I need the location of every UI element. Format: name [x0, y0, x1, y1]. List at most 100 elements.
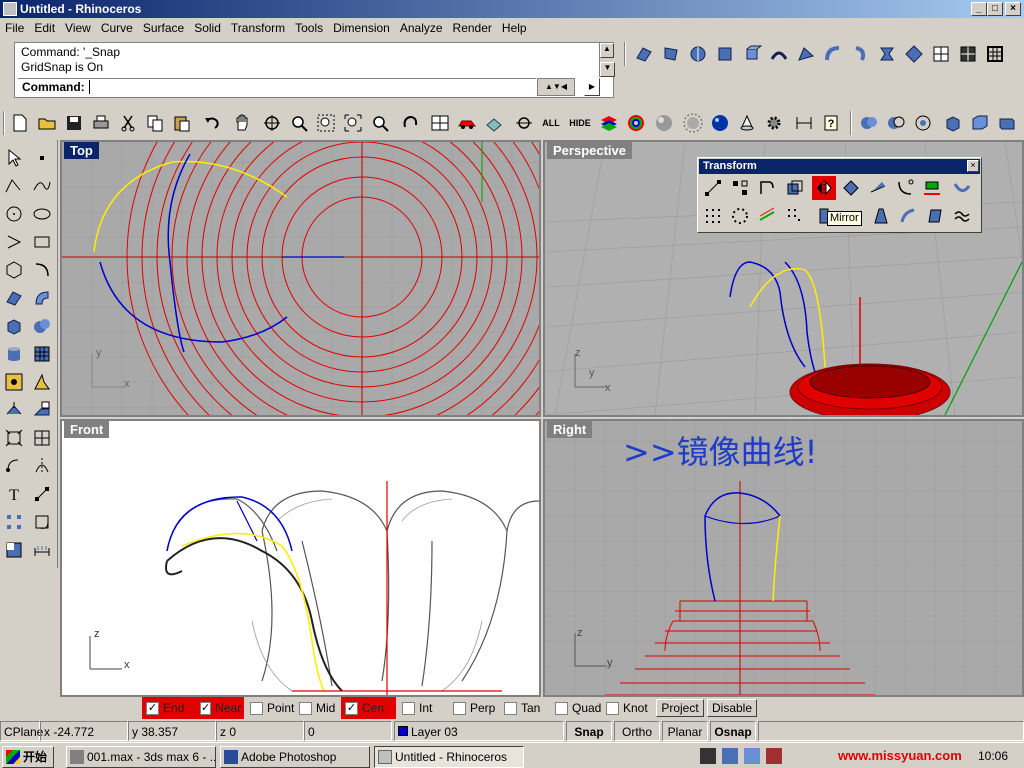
- color-wheel-icon[interactable]: [624, 111, 648, 135]
- osnap-cen[interactable]: ✓ Cen: [341, 697, 396, 719]
- extrude-solid-icon[interactable]: [968, 111, 992, 135]
- array-polar-icon[interactable]: [728, 204, 752, 228]
- bend-icon[interactable]: [893, 176, 917, 200]
- revolve-icon[interactable]: [821, 42, 845, 66]
- render-window-icon[interactable]: [2, 538, 26, 562]
- flow-icon[interactable]: [950, 176, 974, 200]
- grid-icon[interactable]: [929, 42, 953, 66]
- command-scrollbar[interactable]: ▲ ▼: [599, 43, 615, 77]
- close-button[interactable]: ×: [1005, 2, 1021, 16]
- osnap-end-icon[interactable]: [2, 370, 26, 394]
- undo-icon[interactable]: [200, 111, 224, 135]
- dimension-icon[interactable]: [792, 111, 816, 135]
- osnap-cen-checkbox[interactable]: ✓: [345, 701, 358, 715]
- rail-revolve-icon[interactable]: [848, 42, 872, 66]
- loft-icon[interactable]: [767, 42, 791, 66]
- align-icon[interactable]: [920, 176, 944, 200]
- move-object-icon[interactable]: [701, 176, 725, 200]
- analyze-icon[interactable]: [30, 454, 54, 478]
- copy-object-icon[interactable]: [30, 398, 54, 422]
- minimize-button[interactable]: _: [971, 2, 987, 16]
- menu-help[interactable]: Help: [497, 18, 532, 38]
- smooth-icon[interactable]: [950, 204, 974, 228]
- command-spinner[interactable]: ▲▼◀: [537, 78, 575, 96]
- transform-panel-close-button[interactable]: ×: [967, 160, 979, 172]
- box-solid-icon[interactable]: [941, 111, 965, 135]
- car-render-icon[interactable]: [455, 111, 479, 135]
- shear-icon[interactable]: [839, 176, 863, 200]
- curve-icon[interactable]: [30, 174, 54, 198]
- print-icon[interactable]: [89, 111, 113, 135]
- sphere-boolean-icon[interactable]: [30, 314, 54, 338]
- osnap-toggle[interactable]: Osnap: [710, 721, 756, 741]
- ellipse-icon[interactable]: [30, 202, 54, 226]
- box-icon[interactable]: [2, 314, 26, 338]
- maximize-button[interactable]: □: [987, 2, 1003, 16]
- explode-icon[interactable]: [30, 482, 54, 506]
- text-icon[interactable]: T: [2, 482, 26, 506]
- rect-surface-icon[interactable]: [713, 42, 737, 66]
- rotate-transform-icon[interactable]: [755, 176, 779, 200]
- copy-icon[interactable]: [143, 111, 167, 135]
- menu-solid[interactable]: Solid: [189, 18, 226, 38]
- osnap-knot-checkbox[interactable]: [606, 701, 619, 715]
- project-button[interactable]: Project: [656, 699, 704, 717]
- layers-icon[interactable]: [597, 111, 621, 135]
- paste-icon[interactable]: [170, 111, 194, 135]
- menu-tools[interactable]: Tools: [290, 18, 328, 38]
- viewport-right[interactable]: Right >>镜像曲线! z y: [543, 419, 1024, 697]
- menu-analyze[interactable]: Analyze: [395, 18, 448, 38]
- osnap-mid-checkbox[interactable]: [299, 701, 312, 715]
- shaded-view-icon[interactable]: [482, 111, 506, 135]
- orient-icon[interactable]: [866, 176, 890, 200]
- tray-icon[interactable]: [700, 748, 716, 764]
- save-icon[interactable]: [62, 111, 86, 135]
- array-rect-icon[interactable]: [701, 204, 725, 228]
- status-layer[interactable]: Layer 03: [394, 721, 564, 741]
- network-surface-icon[interactable]: [875, 42, 899, 66]
- rotate-icon[interactable]: [2, 454, 26, 478]
- viewport-perspective-label[interactable]: Perspective: [547, 142, 632, 159]
- osnap-near[interactable]: ✓ Near: [196, 697, 244, 719]
- grid-outline-icon[interactable]: [983, 42, 1007, 66]
- grid-dark-icon[interactable]: [956, 42, 980, 66]
- task-photoshop[interactable]: Adobe Photoshop: [220, 746, 370, 768]
- boolean-union-icon[interactable]: [857, 111, 881, 135]
- show-all-button[interactable]: ALL: [539, 111, 563, 135]
- mirror-icon[interactable]: [812, 176, 836, 200]
- zoom-dynamic-icon[interactable]: [287, 111, 311, 135]
- osnap-knot[interactable]: Knot: [606, 697, 648, 719]
- tray-icon[interactable]: [744, 748, 760, 764]
- osnap-quad-checkbox[interactable]: [555, 701, 568, 715]
- osnap-point-checkbox[interactable]: [250, 701, 263, 715]
- menu-surface[interactable]: Surface: [138, 18, 189, 38]
- osnap-tan[interactable]: Tan: [504, 697, 540, 719]
- command-input[interactable]: Command:: [18, 78, 536, 96]
- osnap-tan-checkbox[interactable]: [504, 701, 517, 715]
- osnap-point[interactable]: Point: [250, 697, 294, 719]
- spotlight-icon[interactable]: [735, 111, 759, 135]
- hide-button[interactable]: HIDE: [568, 111, 592, 135]
- menu-transform[interactable]: Transform: [226, 18, 290, 38]
- menu-curve[interactable]: Curve: [96, 18, 138, 38]
- sweep-icon[interactable]: [794, 42, 818, 66]
- surface-corner-icon[interactable]: [632, 42, 656, 66]
- undo-view-icon[interactable]: [398, 111, 422, 135]
- array-curve-icon[interactable]: [755, 204, 779, 228]
- task-rhinoceros[interactable]: Untitled - Rhinoceros: [374, 746, 524, 768]
- fillet-curve-icon[interactable]: [30, 258, 54, 282]
- zoom-window-icon[interactable]: [314, 111, 338, 135]
- move-icon[interactable]: [2, 398, 26, 422]
- select-arrow-icon[interactable]: [2, 146, 26, 170]
- sphere-surface-icon[interactable]: [686, 42, 710, 66]
- viewport-top[interactable]: Top y x: [60, 140, 541, 417]
- arc-icon[interactable]: [2, 230, 26, 254]
- menu-file[interactable]: File: [0, 18, 29, 38]
- mesh-icon[interactable]: [30, 342, 54, 366]
- render-preview-icon[interactable]: [681, 111, 705, 135]
- tray-icon[interactable]: [766, 748, 782, 764]
- rectangle-icon[interactable]: [30, 230, 54, 254]
- settings-gear-icon[interactable]: [762, 111, 786, 135]
- scale-transform-icon[interactable]: [782, 176, 806, 200]
- array-surface-icon[interactable]: [782, 204, 806, 228]
